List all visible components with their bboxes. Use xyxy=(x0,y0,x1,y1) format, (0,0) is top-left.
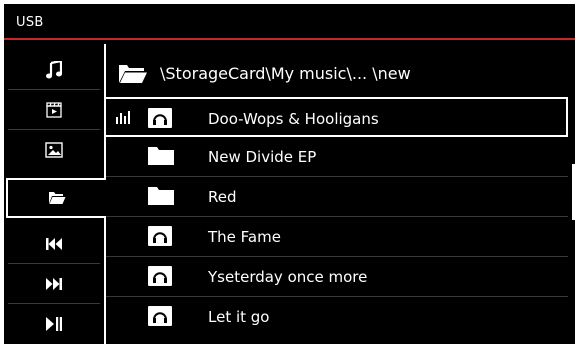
list-item-1[interactable]: New Divide EP xyxy=(106,137,568,177)
folder-open-icon xyxy=(49,192,66,204)
file-browser: \StorageCard\My music\... \new Doo-Wops … xyxy=(104,44,575,344)
sidebar-item-music[interactable] xyxy=(8,50,100,90)
list-item-4[interactable]: Yseterday once more xyxy=(106,257,568,297)
folder-open-icon xyxy=(119,65,147,83)
item-label: Yseterday once more xyxy=(208,268,368,286)
header-bar: USB xyxy=(4,4,575,40)
item-label: Let it go xyxy=(208,308,270,326)
music-note-icon xyxy=(46,61,62,79)
source-title: USB xyxy=(16,15,44,30)
video-clapper-icon xyxy=(46,102,62,118)
sidebar-item-play-pause[interactable] xyxy=(8,304,100,344)
audio-file-icon xyxy=(148,226,172,246)
sidebar-item-previous[interactable] xyxy=(8,224,100,264)
folder-icon xyxy=(148,147,174,165)
sidebar-item-pictures[interactable] xyxy=(8,130,100,170)
now-playing-equalizer-icon xyxy=(116,111,130,124)
audio-file-icon xyxy=(148,108,172,128)
item-label: Red xyxy=(208,188,237,206)
item-label: Doo-Wops & Hooligans xyxy=(208,110,379,128)
play-pause-icon xyxy=(46,317,62,331)
item-label: The Fame xyxy=(208,228,281,246)
item-label: New Divide EP xyxy=(208,148,317,166)
current-path: \StorageCard\My music\... \new xyxy=(160,64,411,83)
list-scrollbar[interactable] xyxy=(572,164,575,220)
audio-file-icon xyxy=(148,266,172,286)
media-screen: USB \StorageCard\My music\... \new Doo-W… xyxy=(4,4,575,344)
previous-track-icon xyxy=(46,238,62,250)
list-item-3[interactable]: The Fame xyxy=(106,217,568,257)
sidebar xyxy=(4,44,106,344)
next-track-icon xyxy=(46,278,62,290)
audio-file-icon xyxy=(148,306,172,326)
picture-icon xyxy=(45,142,63,158)
sidebar-item-video[interactable] xyxy=(8,90,100,130)
folder-icon xyxy=(148,187,174,205)
list-item-5[interactable]: Let it go xyxy=(106,297,568,337)
list-item-2[interactable]: Red xyxy=(106,177,568,217)
sidebar-item-next[interactable] xyxy=(8,264,100,304)
list-item-0[interactable]: Doo-Wops & Hooligans xyxy=(106,97,568,137)
sidebar-item-folder[interactable] xyxy=(6,178,106,218)
path-bar: \StorageCard\My music\... \new xyxy=(106,58,575,90)
